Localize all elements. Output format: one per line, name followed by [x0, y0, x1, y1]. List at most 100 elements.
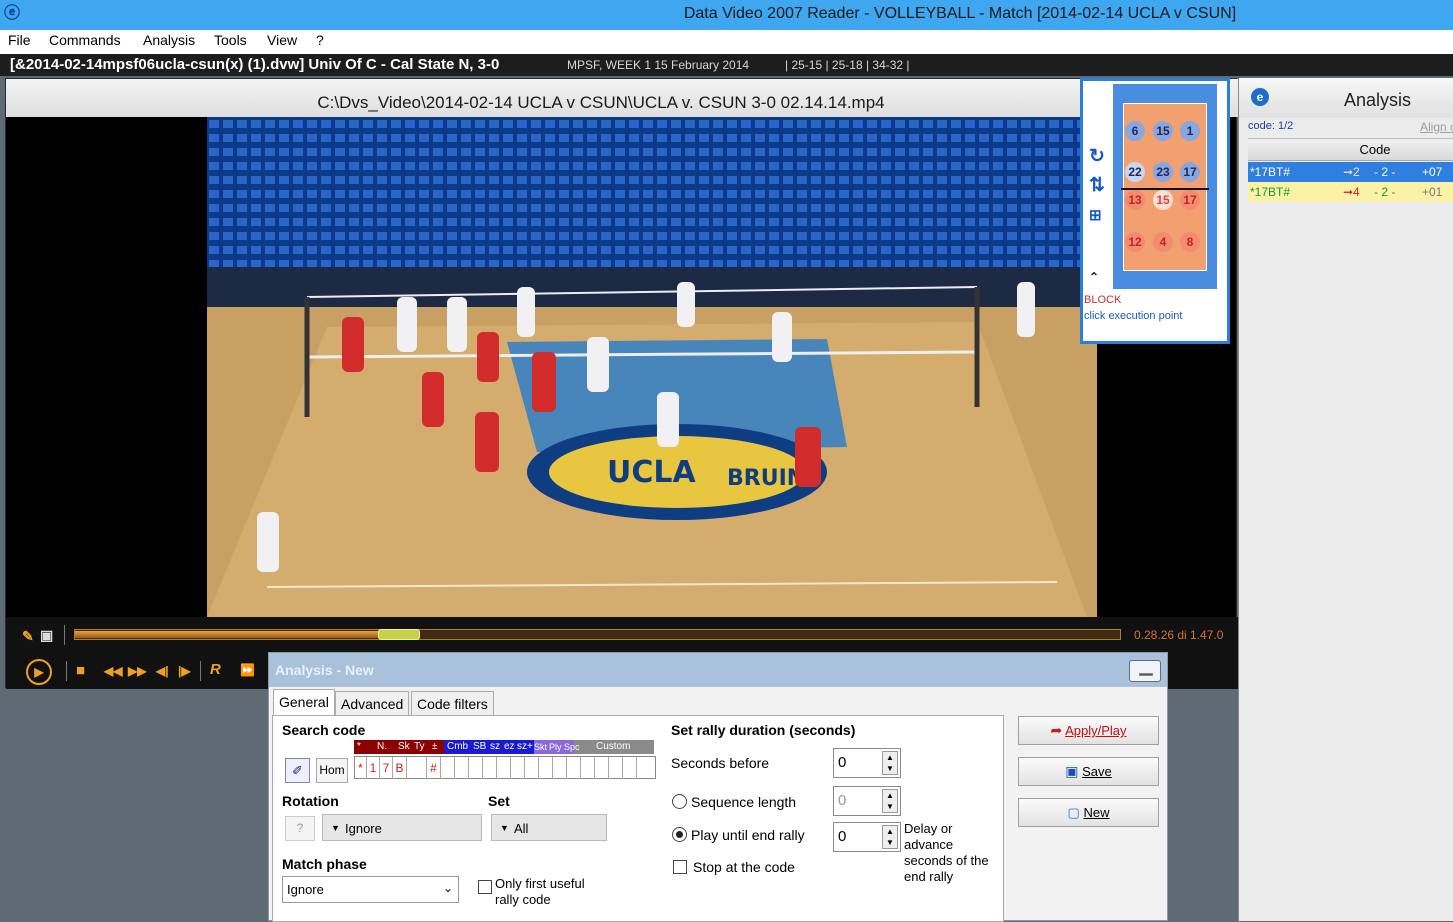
save-frame-icon[interactable]: ▣ — [40, 626, 53, 644]
only-first-checkbox[interactable] — [478, 880, 492, 894]
match-meta: MPSF, WEEK 1 15 February 2014 — [567, 58, 750, 72]
rotation-label: Rotation — [282, 793, 339, 809]
menu-view[interactable]: View — [267, 32, 297, 48]
code-row[interactable]: *17BT# ➞4 - 2 - +01 — [1248, 182, 1453, 202]
code-header-skill-col: Sk — [398, 741, 410, 752]
set-select[interactable]: ▼ All — [491, 814, 607, 841]
save-button[interactable]: ▣ Save — [1018, 757, 1159, 786]
menu-tools[interactable]: Tools — [214, 32, 247, 48]
step-forward-icon[interactable]: |▶ — [178, 662, 191, 680]
code-cell — [511, 757, 525, 779]
code-row-code: *17BT# — [1250, 185, 1291, 199]
new-button[interactable]: ▢ New — [1018, 798, 1159, 827]
tab-code-filters[interactable]: Code filters — [411, 691, 494, 716]
play-until-input[interactable]: 0 ▲ ▼ — [833, 822, 901, 852]
skip-icon[interactable]: ⏩ — [240, 661, 255, 679]
player-back-red-1[interactable]: 12 — [1125, 232, 1145, 252]
code-row-code: *17BT# — [1250, 165, 1291, 179]
new-document-icon: ▢ — [1067, 805, 1080, 820]
player-back-red-3[interactable]: 8 — [1180, 232, 1200, 252]
player-top-2[interactable]: 15 — [1153, 121, 1173, 141]
step-back-icon[interactable]: ◀| — [156, 662, 169, 680]
analysis-icon: e — [1251, 88, 1269, 106]
code-column-label: Code — [1359, 142, 1391, 157]
player-top-1[interactable]: 6 — [1125, 121, 1145, 141]
swap-icon[interactable]: ⇅ — [1089, 176, 1105, 196]
timeline-progress-fill — [75, 631, 399, 638]
code-header-szplus: sz+ — [517, 741, 533, 752]
player-front-red-1[interactable]: 13 — [1125, 190, 1145, 210]
player-front-blue-3[interactable]: 17 — [1180, 162, 1200, 182]
play-icon[interactable]: ▶ — [26, 659, 52, 685]
minimize-button[interactable] — [1129, 660, 1161, 682]
code-row-selected[interactable]: *17BT# ➞2 - 2 - +07 — [1248, 162, 1453, 182]
tab-advanced[interactable]: Advanced — [335, 691, 410, 716]
match-phase-label: Match phase — [282, 856, 367, 872]
rotation-help-button[interactable]: ? — [285, 816, 315, 841]
separator — [64, 625, 65, 645]
seconds-before-value: 0 — [838, 754, 847, 771]
player-front-red-2[interactable]: 15 — [1153, 190, 1173, 210]
video-path: C:\Dvs_Video\2014-02-14 UCLA v CSUN\UCLA… — [317, 93, 885, 112]
code-cell: 7 — [380, 757, 393, 779]
minimize-icon — [1139, 673, 1153, 676]
code-column-header[interactable]: Code — [1248, 139, 1453, 161]
collapse-up-icon[interactable]: ⌃ — [1089, 267, 1099, 287]
menu-analysis[interactable]: Analysis — [143, 32, 195, 48]
separator — [66, 661, 67, 681]
tab-general[interactable]: General — [273, 689, 335, 716]
player-front-blue-1[interactable]: 22 — [1125, 162, 1145, 182]
set-scores: | 25-15 | 25-18 | 34-32 | — [785, 58, 910, 72]
spinner-icon[interactable]: ▲ ▼ — [882, 825, 898, 849]
replay-icon[interactable]: R — [210, 661, 221, 679]
code-editor-icon[interactable]: ✐ — [285, 758, 310, 783]
chevron-down-icon: ▼ — [500, 823, 509, 833]
skill-label: BLOCK — [1084, 294, 1122, 306]
analysis-dialog: Analysis - New General Advanced Code fil… — [268, 652, 1168, 922]
analysis-panel: e Analysis code: 1/2 Align c Code *17BT#… — [1238, 78, 1453, 921]
code-cell — [497, 757, 511, 779]
sequence-length-radio[interactable] — [672, 794, 687, 809]
delay-note: Delay or advance seconds of the end rall… — [904, 821, 989, 884]
home-button[interactable]: Hom — [316, 758, 348, 783]
floor-logo-ucla: UCLA — [607, 455, 696, 490]
video-frame[interactable]: UCLA BRUINS — [207, 117, 1097, 617]
code-header-sz: sz — [490, 741, 500, 752]
menu-commands[interactable]: Commands — [49, 32, 121, 48]
align-link[interactable]: Align c — [1420, 120, 1453, 134]
timeline-thumb[interactable] — [378, 629, 420, 640]
code-input[interactable]: * 1 7 B # — [354, 756, 656, 779]
expand-icon[interactable]: ⊞ — [1089, 206, 1102, 226]
code-header-eval: ± — [432, 741, 438, 752]
separator — [200, 661, 201, 681]
seconds-before-input[interactable]: 0 ▲ ▼ — [833, 748, 901, 778]
menu-file[interactable]: File — [8, 32, 31, 48]
fast-forward-icon[interactable]: ▶▶ — [128, 662, 146, 680]
volleyball-court-image: UCLA BRUINS — [207, 117, 1097, 617]
player-top-3[interactable]: 1 — [1180, 121, 1200, 141]
sequence-length-input[interactable]: 0 ▲ ▼ — [833, 786, 901, 816]
menu-help[interactable]: ? — [316, 32, 324, 48]
player-back-red-2[interactable]: 4 — [1153, 232, 1173, 252]
only-first-label: Only first useful rally code — [495, 876, 585, 907]
apply-play-label: Apply/Play — [1065, 723, 1127, 738]
stop-icon[interactable]: ■ — [76, 662, 85, 680]
stop-at-code-checkbox[interactable] — [673, 860, 687, 874]
player-front-blue-2[interactable]: 23 — [1153, 162, 1173, 182]
rotation-select[interactable]: ▼ Ignore — [322, 814, 482, 841]
timeline-slider[interactable] — [74, 629, 1121, 640]
code-row-arrow: ➞4 — [1343, 185, 1360, 199]
rewind-icon[interactable]: ◀◀ — [104, 662, 122, 680]
player-front-red-3[interactable]: 17 — [1180, 190, 1200, 210]
match-phase-select[interactable]: Ignore ⌄ — [282, 876, 459, 903]
video-panel: C:\Dvs_Video\2014-02-14 UCLA v CSUN\UCLA… — [5, 78, 1238, 689]
play-until-value: 0 — [838, 828, 847, 845]
spinner-icon[interactable]: ▲ ▼ — [882, 789, 898, 813]
match-file-name: [&2014-02-14mpsf06ucla-csun(x) (1).dvw] … — [10, 56, 500, 73]
dialog-title-bar[interactable]: Analysis - New — [269, 653, 1167, 687]
pencil-icon[interactable]: ✎ — [22, 627, 34, 645]
spinner-icon[interactable]: ▲ ▼ — [882, 751, 898, 775]
rotate-icon[interactable]: ↻ — [1089, 147, 1105, 167]
apply-play-button[interactable]: ➦ Apply/Play — [1018, 716, 1159, 745]
play-until-radio[interactable] — [672, 827, 687, 842]
